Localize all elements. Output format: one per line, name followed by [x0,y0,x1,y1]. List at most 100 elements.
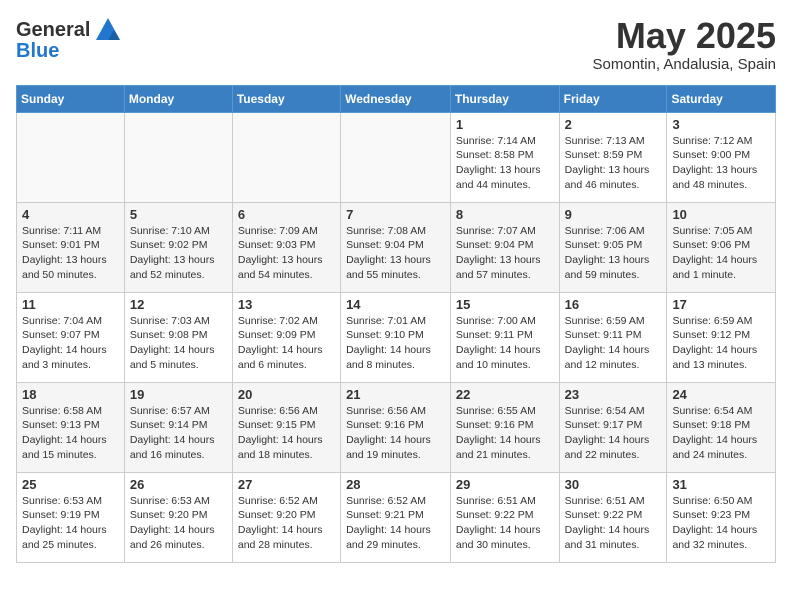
calendar-cell: 29 Sunrise: 6:51 AM Sunset: 9:22 PM Dayli… [450,472,559,562]
calendar-cell [17,112,125,202]
calendar-table: SundayMondayTuesdayWednesdayThursdayFrid… [16,85,776,563]
day-info: Sunrise: 7:05 AM Sunset: 9:06 PM Dayligh… [672,224,770,283]
day-number: 5 [130,207,227,222]
day-info: Sunrise: 6:59 AM Sunset: 9:12 PM Dayligh… [672,314,770,373]
calendar-cell: 1 Sunrise: 7:14 AM Sunset: 8:58 PM Daylig… [450,112,559,202]
calendar-cell: 15 Sunrise: 7:00 AM Sunset: 9:11 PM Dayli… [450,292,559,382]
day-info: Sunrise: 7:06 AM Sunset: 9:05 PM Dayligh… [565,224,662,283]
day-number: 29 [456,477,554,492]
calendar-cell: 11 Sunrise: 7:04 AM Sunset: 9:07 PM Dayli… [17,292,125,382]
weekday-header-tuesday: Tuesday [232,85,340,112]
day-number: 21 [346,387,445,402]
day-info: Sunrise: 6:53 AM Sunset: 9:19 PM Dayligh… [22,494,119,553]
day-number: 15 [456,297,554,312]
day-info: Sunrise: 7:08 AM Sunset: 9:04 PM Dayligh… [346,224,445,283]
day-info: Sunrise: 7:13 AM Sunset: 8:59 PM Dayligh… [565,134,662,193]
calendar-cell: 2 Sunrise: 7:13 AM Sunset: 8:59 PM Daylig… [559,112,667,202]
week-row-1: 1 Sunrise: 7:14 AM Sunset: 8:58 PM Daylig… [17,112,776,202]
calendar-cell: 18Sunrise: 6:58 AM Sunset: 9:13 PM Dayli… [17,382,125,472]
day-info: Sunrise: 6:52 AM Sunset: 9:20 PM Dayligh… [238,494,335,553]
day-info: Sunrise: 7:10 AM Sunset: 9:02 PM Dayligh… [130,224,227,283]
calendar-cell: 19Sunrise: 6:57 AM Sunset: 9:14 PM Dayli… [124,382,232,472]
day-info: Sunrise: 6:56 AM Sunset: 9:15 PM Dayligh… [238,404,335,463]
day-number: 19 [130,387,227,402]
day-info: Sunrise: 6:52 AM Sunset: 9:21 PM Dayligh… [346,494,445,553]
calendar-cell: 14Sunrise: 7:01 AM Sunset: 9:10 PM Dayli… [341,292,451,382]
weekday-header-thursday: Thursday [450,85,559,112]
weekday-header-friday: Friday [559,85,667,112]
day-info: Sunrise: 7:07 AM Sunset: 9:04 PM Dayligh… [456,224,554,283]
day-number: 2 [565,117,662,132]
calendar-cell: 27 Sunrise: 6:52 AM Sunset: 9:20 PM Dayli… [232,472,340,562]
day-number: 31 [672,477,770,492]
calendar-cell: 22 Sunrise: 6:55 AM Sunset: 9:16 PM Dayli… [450,382,559,472]
calendar-cell: 16 Sunrise: 6:59 AM Sunset: 9:11 PM Dayli… [559,292,667,382]
day-info: Sunrise: 7:00 AM Sunset: 9:11 PM Dayligh… [456,314,554,373]
calendar-cell: 24 Sunrise: 6:54 AM Sunset: 9:18 PM Dayli… [667,382,776,472]
day-info: Sunrise: 6:54 AM Sunset: 9:18 PM Dayligh… [672,404,770,463]
day-number: 27 [238,477,335,492]
calendar-cell: 30 Sunrise: 6:51 AM Sunset: 9:22 PM Dayli… [559,472,667,562]
day-number: 22 [456,387,554,402]
day-number: 17 [672,297,770,312]
calendar-cell: 17 Sunrise: 6:59 AM Sunset: 9:12 PM Dayli… [667,292,776,382]
day-info: Sunrise: 7:01 AM Sunset: 9:10 PM Dayligh… [346,314,445,373]
day-info: Sunrise: 7:11 AM Sunset: 9:01 PM Dayligh… [22,224,119,283]
day-number: 8 [456,207,554,222]
day-info: Sunrise: 6:51 AM Sunset: 9:22 PM Dayligh… [565,494,662,553]
logo-icon [94,16,122,44]
day-number: 24 [672,387,770,402]
calendar-cell: 8 Sunrise: 7:07 AM Sunset: 9:04 PM Daylig… [450,202,559,292]
calendar-cell: 23Sunrise: 6:54 AM Sunset: 9:17 PM Dayli… [559,382,667,472]
day-info: Sunrise: 6:59 AM Sunset: 9:11 PM Dayligh… [565,314,662,373]
calendar-cell: 13 Sunrise: 7:02 AM Sunset: 9:09 PM Dayli… [232,292,340,382]
day-info: Sunrise: 6:51 AM Sunset: 9:22 PM Dayligh… [456,494,554,553]
day-number: 6 [238,207,335,222]
day-info: Sunrise: 6:53 AM Sunset: 9:20 PM Dayligh… [130,494,227,553]
weekday-header-row: SundayMondayTuesdayWednesdayThursdayFrid… [17,85,776,112]
calendar-cell: 25 Sunrise: 6:53 AM Sunset: 9:19 PM Dayli… [17,472,125,562]
day-info: Sunrise: 7:12 AM Sunset: 9:00 PM Dayligh… [672,134,770,193]
day-number: 7 [346,207,445,222]
day-info: Sunrise: 6:55 AM Sunset: 9:16 PM Dayligh… [456,404,554,463]
day-info: Sunrise: 7:02 AM Sunset: 9:09 PM Dayligh… [238,314,335,373]
day-info: Sunrise: 7:14 AM Sunset: 8:58 PM Dayligh… [456,134,554,193]
calendar-cell: 4Sunrise: 7:11 AM Sunset: 9:01 PM Daylig… [17,202,125,292]
day-number: 13 [238,297,335,312]
day-number: 18 [22,387,119,402]
day-number: 26 [130,477,227,492]
month-title: May 2025 [593,16,776,56]
weekday-header-monday: Monday [124,85,232,112]
calendar-cell: 6 Sunrise: 7:09 AM Sunset: 9:03 PM Daylig… [232,202,340,292]
day-number: 9 [565,207,662,222]
day-number: 25 [22,477,119,492]
day-number: 12 [130,297,227,312]
day-number: 10 [672,207,770,222]
calendar-cell: 5 Sunrise: 7:10 AM Sunset: 9:02 PM Daylig… [124,202,232,292]
day-number: 11 [22,297,119,312]
day-number: 3 [672,117,770,132]
weekday-header-sunday: Sunday [17,85,125,112]
day-number: 16 [565,297,662,312]
day-info: Sunrise: 7:04 AM Sunset: 9:07 PM Dayligh… [22,314,119,373]
day-number: 28 [346,477,445,492]
day-info: Sunrise: 7:03 AM Sunset: 9:08 PM Dayligh… [130,314,227,373]
calendar-cell: 10 Sunrise: 7:05 AM Sunset: 9:06 PM Dayli… [667,202,776,292]
calendar-cell: 26 Sunrise: 6:53 AM Sunset: 9:20 PM Dayli… [124,472,232,562]
day-info: Sunrise: 7:09 AM Sunset: 9:03 PM Dayligh… [238,224,335,283]
week-row-2: 4Sunrise: 7:11 AM Sunset: 9:01 PM Daylig… [17,202,776,292]
day-number: 20 [238,387,335,402]
week-row-5: 25 Sunrise: 6:53 AM Sunset: 9:19 PM Dayli… [17,472,776,562]
calendar-cell: 3 Sunrise: 7:12 AM Sunset: 9:00 PM Daylig… [667,112,776,202]
logo-general: General [16,19,90,41]
day-number: 1 [456,117,554,132]
logo: General Blue [16,16,122,62]
day-info: Sunrise: 6:50 AM Sunset: 9:23 PM Dayligh… [672,494,770,553]
calendar-cell [341,112,451,202]
calendar-cell [124,112,232,202]
week-row-3: 11 Sunrise: 7:04 AM Sunset: 9:07 PM Dayli… [17,292,776,382]
day-number: 30 [565,477,662,492]
location: Somontin, Andalusia, Spain [593,56,776,73]
day-number: 23 [565,387,662,402]
calendar-cell: 20 Sunrise: 6:56 AM Sunset: 9:15 PM Dayli… [232,382,340,472]
